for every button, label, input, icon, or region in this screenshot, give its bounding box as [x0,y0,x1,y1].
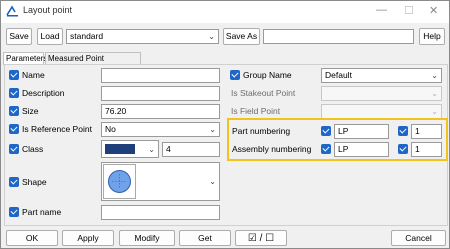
chevron-down-icon: ⌄ [431,71,438,80]
name-checkbox[interactable] [9,70,19,80]
assembly-numbering-start-checkbox[interactable] [398,144,408,154]
load-button[interactable]: Load [37,28,63,45]
is-reference-point-select[interactable]: No ⌄ [101,122,220,137]
group-name-select[interactable]: Default ⌄ [321,68,442,83]
chevron-down-icon: ⌄ [209,125,216,134]
chevron-down-icon: ⌄ [209,177,216,186]
description-checkbox[interactable] [9,88,19,98]
chevron-down-icon: ⌄ [148,145,155,154]
save-button[interactable]: Save [6,28,32,45]
shape-select[interactable]: ⌄ [101,162,220,201]
size-input[interactable]: 76.20 [101,104,220,119]
class-number-input[interactable]: 4 [162,142,220,157]
close-icon[interactable]: ✕ [429,4,438,17]
name-label: Name [22,70,45,80]
shape-label: Shape [22,177,47,187]
cancel-button[interactable]: Cancel [391,230,446,246]
is-reference-point-value: No [105,124,116,134]
is-field-point-select[interactable]: ⌄ [321,104,442,119]
class-checkbox[interactable] [9,144,19,154]
preset-value: standard [70,31,104,41]
chevron-down-icon: ⌄ [431,89,438,98]
part-name-checkbox[interactable] [9,207,19,217]
group-name-label: Group Name [243,70,292,80]
title-bar: Layout point — ☐ ✕ [1,1,449,23]
minimize-icon[interactable]: — [376,4,387,16]
select-all-toggle-button[interactable]: ☑ / ☐ [235,230,287,246]
get-button[interactable]: Get [179,230,231,246]
is-reference-point-label: Is Reference Point [22,124,92,134]
dialog-window: Layout point — ☐ ✕ Save Load standard ⌄ … [0,0,450,249]
group-name-checkbox[interactable] [230,70,240,80]
assembly-numbering-prefix-checkbox[interactable] [321,144,331,154]
is-reference-point-checkbox[interactable] [9,124,19,134]
assembly-numbering-start-input[interactable]: 1 [411,142,442,157]
part-numbering-label: Part numbering [232,126,291,136]
group-name-value: Default [325,70,352,80]
apply-button[interactable]: Apply [62,230,114,246]
modify-button[interactable]: Modify [119,230,175,246]
size-label: Size [22,106,39,116]
part-numbering-start-checkbox[interactable] [398,126,408,136]
chevron-down-icon: ⌄ [208,32,215,41]
assembly-numbering-prefix-input[interactable]: LP [334,142,389,157]
ok-button[interactable]: OK [6,230,58,246]
save-as-button[interactable]: Save As [223,28,260,45]
maximize-icon[interactable]: ☐ [404,4,414,17]
part-name-label: Part name [22,207,62,217]
is-field-point-label: Is Field Point [231,106,281,116]
shape-checkbox[interactable] [9,177,19,187]
part-name-input[interactable] [101,205,220,220]
is-stakeout-point-label: Is Stakeout Point [231,88,296,98]
is-stakeout-point-select[interactable]: ⌄ [321,86,442,101]
name-input[interactable] [101,68,220,83]
description-label: Description [22,88,65,98]
assembly-numbering-label: Assembly numbering [232,144,312,154]
preset-select[interactable]: standard ⌄ [66,29,219,44]
help-button[interactable]: Help [419,28,445,45]
size-checkbox[interactable] [9,106,19,116]
layout-point-app-icon [6,5,18,17]
class-label: Class [22,144,44,154]
window-title: Layout point [23,5,73,15]
class-color-swatch [105,144,135,154]
part-numbering-prefix-input[interactable]: LP [334,124,389,139]
save-as-name-input[interactable] [263,29,414,44]
chevron-down-icon: ⌄ [431,107,438,116]
description-input[interactable] [101,86,220,101]
circle-shape-icon [108,170,131,193]
shape-preview [103,164,136,199]
part-numbering-start-input[interactable]: 1 [411,124,442,139]
part-numbering-prefix-checkbox[interactable] [321,126,331,136]
class-color-select[interactable]: ⌄ [101,140,159,158]
